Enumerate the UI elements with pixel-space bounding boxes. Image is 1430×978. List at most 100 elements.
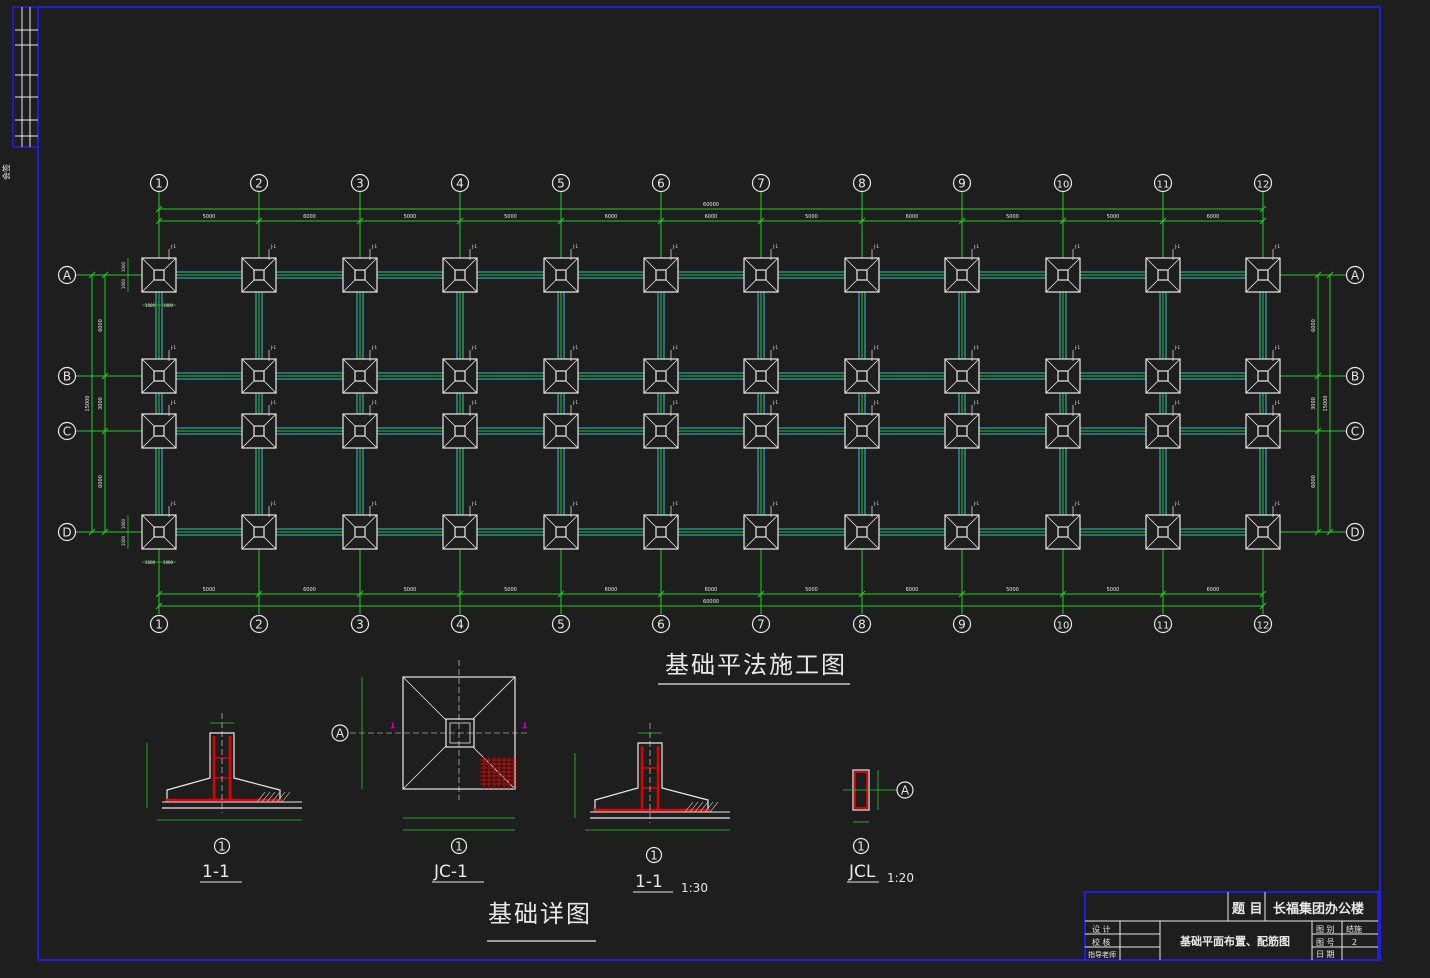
footing-tag: J-1 <box>1274 501 1280 506</box>
footing-tag: J-1 <box>572 501 578 506</box>
column-outline <box>253 269 265 281</box>
detail-2-axis-label: 1 <box>650 849 658 863</box>
footing-tag: J-1 <box>170 244 176 249</box>
detail-2-caption: 1-1 <box>635 872 663 892</box>
axis-bubble-left-C-label: C <box>63 425 71 439</box>
column-outline <box>956 526 968 538</box>
dim-right-spans-text: 6000 <box>1311 475 1317 488</box>
axis-bubble-bottom-8-label: 8 <box>858 618 866 632</box>
column-outline <box>755 269 767 281</box>
column-outline <box>253 370 265 382</box>
footing-tag: J-1 <box>170 501 176 506</box>
axis-bubble-bottom-5-label: 5 <box>557 618 565 632</box>
detail-0-caption: 1-1 <box>202 862 230 882</box>
column-outline <box>1257 370 1269 382</box>
dim-left-spans-text: 3000 <box>98 397 104 410</box>
title-block-value-number: 2 <box>1352 938 1357 947</box>
footing-tag: J-1 <box>371 400 377 405</box>
footing-dim-text-A: 1000 <box>163 303 174 308</box>
column-outline <box>1157 269 1169 281</box>
footing-tag: J-1 <box>873 400 879 405</box>
title-block-row-design: 设 计 <box>1092 924 1111 934</box>
axis-bubble-bottom-12-label: 12 <box>1257 621 1270 632</box>
axis-bubble-bottom-1-label: 1 <box>155 618 163 632</box>
axis-bubble-right-B-label: B <box>1351 370 1359 384</box>
footing-tag: J-1 <box>471 501 477 506</box>
axis-bubble-top-3-label: 3 <box>356 177 364 191</box>
cad-drawing: 会签 112233445566778899101011111212A AB BC CD… <box>1 6 1381 961</box>
detail-1-axis-mark-label: A <box>336 727 345 741</box>
signoff-strip: 会签 <box>1 6 39 180</box>
column-outline <box>555 526 567 538</box>
footing-tag: J-1 <box>873 244 879 249</box>
dim-bottom-bays-text: 5000 <box>1107 587 1120 593</box>
axis-bubble-left-B-label: B <box>63 370 71 384</box>
dim-top-bays-text: 5000 <box>1006 214 1019 220</box>
footing-tag: J-1 <box>471 244 477 249</box>
column-outline <box>655 425 667 437</box>
dim-left-spans-text: 6000 <box>98 475 104 488</box>
footing-dim-text-D: 1000 <box>163 560 174 565</box>
footing-tag: J-1 <box>1174 501 1180 506</box>
column-outline <box>555 425 567 437</box>
column-outline <box>454 425 466 437</box>
column-outline <box>755 425 767 437</box>
detail-0-hatch <box>281 791 291 803</box>
dim-left-spans-text: 6000 <box>98 319 104 332</box>
column-outline <box>153 269 165 281</box>
footing-tag: J-1 <box>772 345 778 350</box>
axis-bubble-right-C-label: C <box>1351 425 1359 439</box>
footing-vdim-text-D: 1000 <box>121 535 126 546</box>
detail-3-caption: JCL <box>848 862 876 882</box>
axis-bubble-bottom-6-label: 6 <box>657 618 665 632</box>
dim-top-bays-text: 5000 <box>404 214 417 220</box>
column-outline <box>1257 425 1269 437</box>
detail-1-caption: JC-1 <box>433 862 468 882</box>
footing-dim-text-D: 1000 <box>145 560 156 565</box>
title-block-label-date: 日 期 <box>1316 950 1335 959</box>
axis-bubble-bottom-9-label: 9 <box>958 618 966 632</box>
dim-top-bays-text: 5000 <box>1107 214 1120 220</box>
column-outline <box>1157 526 1169 538</box>
axis-bubble-top-2-label: 2 <box>255 177 263 191</box>
detail-0-axis-label: 1 <box>218 840 226 854</box>
title-block-row-advisor: 指导老师 <box>1088 950 1116 959</box>
dim-top-bays-text: 6000 <box>605 214 618 220</box>
detail-0-pedestal <box>166 732 281 802</box>
footing-tag: J-1 <box>873 345 879 350</box>
column-outline <box>454 370 466 382</box>
axis-bubble-bottom-3-label: 3 <box>356 618 364 632</box>
axis-bubble-top-4-label: 4 <box>456 177 464 191</box>
dim-bottom-bays-text: 6000 <box>906 587 919 593</box>
dim-top-bays-text: 6000 <box>1207 214 1220 220</box>
column-outline <box>655 370 667 382</box>
footing-vdim-text-A: 1000 <box>121 261 126 272</box>
column-outline <box>1057 370 1069 382</box>
column-outline <box>1057 269 1069 281</box>
footing-tag: J-1 <box>772 501 778 506</box>
column-outline <box>1057 526 1069 538</box>
column-outline <box>1157 370 1169 382</box>
axis-bubble-top-10-label: 10 <box>1057 180 1070 191</box>
foundation-details: 1 1-1 ┸ ┸ A 1 JC-1 1 1-1 1:30 A 1 JCL 1:20 <box>146 660 914 895</box>
column-outline <box>253 425 265 437</box>
footing-tag: J-1 <box>772 244 778 249</box>
axis-bubble-top-6-label: 6 <box>657 177 665 191</box>
footing-tag: J-1 <box>1174 244 1180 249</box>
footing-tag: J-1 <box>270 501 276 506</box>
footing-tag: J-1 <box>371 501 377 506</box>
dim-bottom-bays-text: 6000 <box>303 587 316 593</box>
footing-tag: J-1 <box>1074 345 1080 350</box>
column-outline <box>354 269 366 281</box>
footing-tag: J-1 <box>1274 244 1280 249</box>
footing-tag: J-1 <box>270 345 276 350</box>
plan-title: 基础平法施工图 <box>665 651 847 679</box>
column-outline <box>1257 526 1269 538</box>
column-outline <box>856 425 868 437</box>
axis-bubble-top-1-label: 1 <box>155 177 163 191</box>
axis-bubble-bottom-4-label: 4 <box>456 618 464 632</box>
footing-tag: J-1 <box>170 400 176 405</box>
axis-bubble-bottom-7-label: 7 <box>757 618 765 632</box>
column-outline <box>153 370 165 382</box>
column-outline <box>856 526 868 538</box>
